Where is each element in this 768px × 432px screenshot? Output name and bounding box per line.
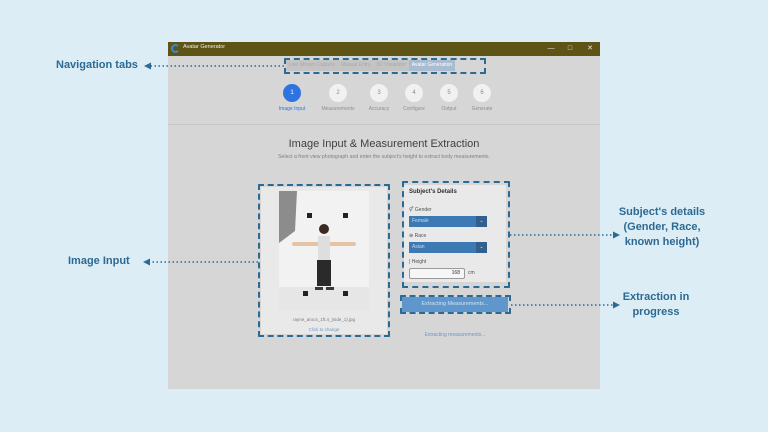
annotation-extraction: Extraction in progress: [622, 291, 690, 318]
annotation-subject-details: Subject's details (Gender, Race, known h…: [618, 206, 706, 248]
annotation-image-input: Image Input: [68, 255, 130, 267]
annotation-navigation-tabs: Navigation tabs: [56, 59, 138, 71]
